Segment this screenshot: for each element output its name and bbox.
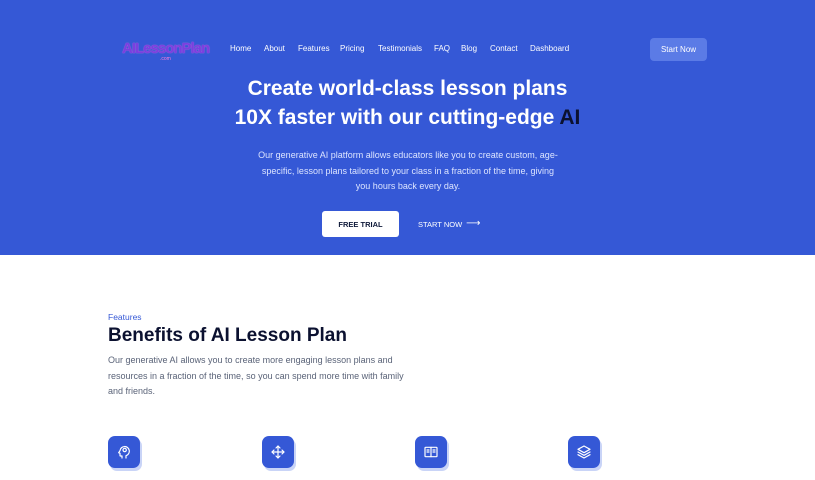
move-arrows-icon [262,436,294,468]
brand-logo[interactable]: AILessonPlan .com [122,40,210,64]
hero-title-line2: 10X faster with our cutting-edge AI [0,103,815,132]
features-eyebrow: Features [108,312,142,322]
free-trial-button[interactable]: FREE TRIAL [322,211,399,237]
hero-section: AILessonPlan .com Home About Features Pr… [0,0,815,255]
nav-testimonials[interactable]: Testimonials [378,44,422,53]
nav-blog[interactable]: Blog [461,44,477,53]
start-now-link[interactable]: START NOW ⟶ [418,211,481,237]
start-now-button[interactable]: Start Now [650,38,707,61]
logo-text: AILessonPlan [122,40,210,57]
head-idea-icon [108,436,140,468]
nav-features[interactable]: Features [298,44,330,53]
nav-home[interactable]: Home [230,44,251,53]
features-title: Benefits of AI Lesson Plan [108,325,347,346]
open-book-icon [415,436,447,468]
hero-title-line2-text: 10X faster with our cutting-edge [234,106,555,129]
start-now-link-label: START NOW [418,219,463,229]
hero-title-highlight: AI [559,106,581,129]
features-description: Our generative AI allows you to create m… [108,355,404,396]
nav-faq[interactable]: FAQ [434,44,450,53]
hero-title: Create world-class lesson plans 10X fast… [0,74,815,132]
layers-icon [568,436,600,468]
nav-about[interactable]: About [264,44,285,53]
hero-title-line1: Create world-class lesson plans [247,77,568,100]
nav-pricing[interactable]: Pricing [340,44,364,53]
logo-subtext: .com [160,56,171,62]
nav-contact[interactable]: Contact [490,44,518,53]
nav-dashboard[interactable]: Dashboard [530,44,569,53]
hero-description: Our generative AI platform allows educat… [258,150,558,191]
arrow-right-icon: ⟶ [466,218,481,229]
